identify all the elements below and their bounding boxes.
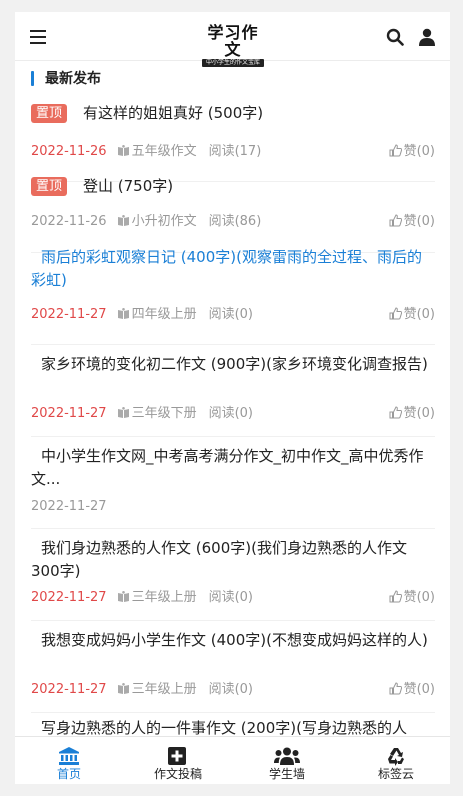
pinned-badge: 置顶 (31, 104, 68, 123)
site-logo[interactable]: 学习作文 中小学生的作文宝库 (201, 24, 265, 67)
nav-submit[interactable]: 作文投稿 (124, 737, 232, 784)
list-item[interactable]: 置顶 登山 (750字) 2022-11-26 小升初作文 阅读(86) 赞(0) (31, 177, 435, 253)
hamburger-icon[interactable] (30, 30, 46, 44)
article-reads: 阅读(0) (208, 406, 253, 421)
thumbs-up-icon (389, 307, 402, 320)
bank-icon (59, 747, 79, 765)
article-date: 2022-11-27 (31, 590, 107, 605)
thumbs-up-icon (389, 590, 402, 603)
book-icon (117, 215, 129, 226)
article-reads: 阅读(17) (208, 144, 262, 159)
article-date: 2022-11-27 (31, 307, 107, 322)
like-button[interactable]: 赞(0) (389, 405, 435, 423)
article-meta: 2022-11-27 三年级下册 阅读(0) 赞(0) (31, 405, 435, 423)
book-icon (117, 683, 129, 694)
plus-square-icon (168, 747, 186, 765)
article-category[interactable]: 四年级上册 (117, 307, 197, 322)
users-icon (274, 747, 300, 765)
like-button[interactable]: 赞(0) (389, 213, 435, 231)
like-button[interactable]: 赞(0) (389, 143, 435, 161)
article-title[interactable]: 我想变成妈妈小学生作文 (400字)(不想变成妈妈这样的人) (31, 629, 435, 652)
nav-student-wall[interactable]: 学生墙 (233, 737, 341, 784)
article-category[interactable]: 三年级上册 (117, 682, 197, 697)
like-button[interactable]: 赞(0) (389, 681, 435, 699)
article-reads: 阅读(0) (208, 682, 253, 697)
article-title[interactable]: 我们身边熟悉的人作文 (600字)(我们身边熟悉的人作文300字) (31, 537, 435, 583)
list-item[interactable]: 中小学生作文网_中考高考满分作文_初中作文_高中优秀作文... 2022-11-… (31, 437, 435, 529)
article-date: 2022-11-27 (31, 499, 107, 514)
nav-label: 首页 (56, 767, 81, 781)
nav-label: 学生墙 (268, 767, 305, 781)
article-meta: 2022-11-26 小升初作文 阅读(86) 赞(0) (31, 213, 435, 231)
list-item[interactable]: 家乡环境的变化初二作文 (900字)(家乡环境变化调查报告) 2022-11-2… (31, 345, 435, 437)
article-list: 置顶 有这样的姐姐真好 (500字) 2022-11-26 五年级作文 阅读(17) … (31, 92, 435, 753)
article-meta: 2022-11-27 三年级上册 阅读(0) 赞(0) (31, 589, 435, 607)
page: 学习作文 中小学生的作文宝库 最新发布 置顶 有这样的姐姐真好 (500字) 20… (15, 12, 450, 784)
article-date: 2022-11-26 (31, 214, 107, 229)
article-title[interactable]: 中小学生作文网_中考高考满分作文_初中作文_高中优秀作文... (31, 445, 435, 491)
article-reads: 阅读(0) (208, 590, 253, 605)
list-item[interactable]: 雨后的彩虹观察日记 (400字)(观察雷雨的全过程、雨后的彩虹) 2022-11… (31, 248, 435, 345)
user-icon[interactable] (418, 28, 436, 46)
article-reads: 阅读(0) (208, 307, 253, 322)
bottom-nav: 首页 作文投稿 学生墙 标签云 (15, 736, 450, 784)
section-title: 最新发布 (31, 70, 101, 88)
article-title[interactable]: 有这样的姐姐真好 (500字) (83, 104, 263, 122)
article-title[interactable]: 雨后的彩虹观察日记 (400字)(观察雷雨的全过程、雨后的彩虹) (31, 246, 435, 292)
article-date: 2022-11-26 (31, 144, 107, 159)
article-category[interactable]: 三年级上册 (117, 590, 197, 605)
nav-tag-cloud[interactable]: 标签云 (342, 737, 450, 784)
logo-subtitle: 中小学生的作文宝库 (202, 59, 264, 67)
list-item[interactable]: 我想变成妈妈小学生作文 (400字)(不想变成妈妈这样的人) 2022-11-2… (31, 621, 435, 713)
article-date: 2022-11-27 (31, 682, 107, 697)
article-title[interactable]: 登山 (750字) (83, 177, 173, 195)
article-title[interactable]: 家乡环境的变化初二作文 (900字)(家乡环境变化调查报告) (31, 353, 435, 376)
article-category[interactable]: 五年级作文 (117, 144, 197, 159)
list-item[interactable]: 置顶 有这样的姐姐真好 (500字) 2022-11-26 五年级作文 阅读(17) … (31, 92, 435, 182)
article-category[interactable]: 小升初作文 (117, 214, 197, 229)
thumbs-up-icon (389, 214, 402, 227)
book-icon (117, 591, 129, 602)
thumbs-up-icon (389, 682, 402, 695)
article-date: 2022-11-27 (31, 406, 107, 421)
article-meta: 2022-11-27 三年级上册 阅读(0) 赞(0) (31, 681, 435, 699)
nav-home[interactable]: 首页 (15, 737, 123, 784)
article-category[interactable]: 三年级下册 (117, 406, 197, 421)
thumbs-up-icon (389, 144, 402, 157)
article-title-row[interactable]: 置顶 登山 (750字) (31, 175, 435, 198)
search-icon[interactable] (386, 28, 404, 46)
like-button[interactable]: 赞(0) (389, 306, 435, 324)
list-item[interactable]: 我们身边熟悉的人作文 (600字)(我们身边熟悉的人作文300字) 2022-1… (31, 529, 435, 621)
nav-label: 作文投稿 (153, 767, 202, 781)
top-header: 学习作文 中小学生的作文宝库 (15, 12, 450, 67)
article-reads: 阅读(86) (208, 214, 262, 229)
article-title-row[interactable]: 置顶 有这样的姐姐真好 (500字) (31, 102, 435, 125)
article-meta: 2022-11-26 五年级作文 阅读(17) 赞(0) (31, 143, 435, 161)
like-button[interactable]: 赞(0) (389, 589, 435, 607)
article-meta: 2022-11-27 四年级上册 阅读(0) 赞(0) (31, 306, 435, 324)
book-icon (117, 145, 129, 156)
logo-text: 学习作文 (207, 23, 259, 59)
article-meta: 2022-11-27 (31, 498, 435, 516)
thumbs-up-icon (389, 406, 402, 419)
nav-label: 标签云 (377, 767, 414, 781)
pinned-badge: 置顶 (31, 177, 68, 196)
book-icon (117, 308, 129, 319)
recycle-icon (388, 748, 404, 766)
book-icon (117, 407, 129, 418)
